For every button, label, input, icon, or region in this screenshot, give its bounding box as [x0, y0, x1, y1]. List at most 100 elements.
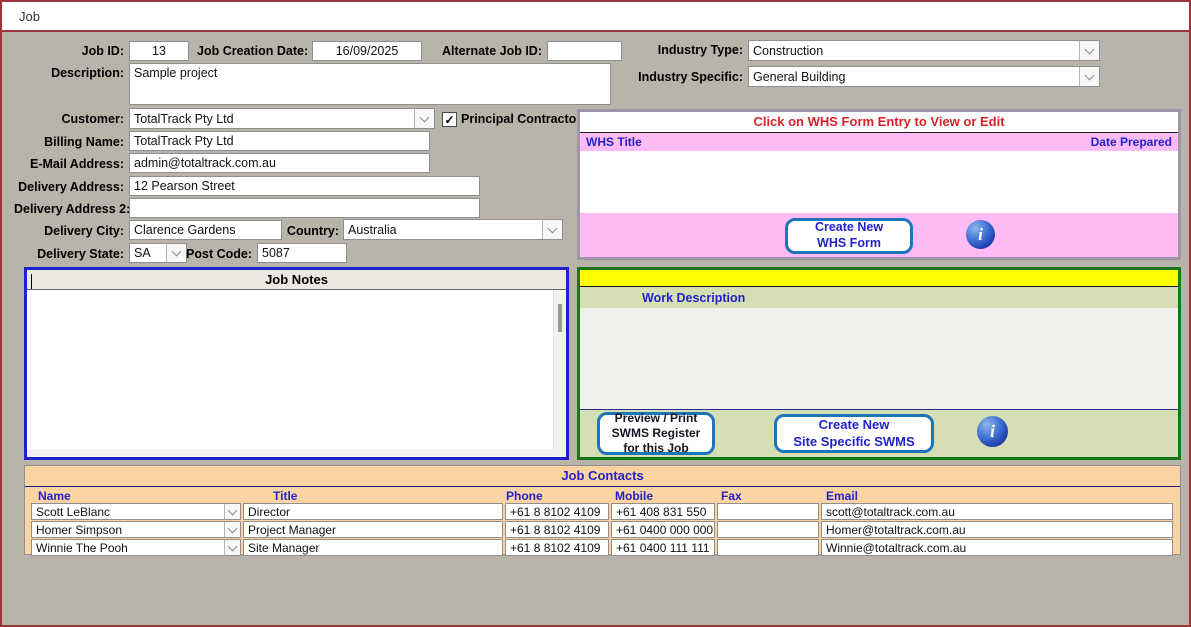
whs-list-header: WHS Title Date Prepared: [580, 133, 1178, 151]
preview-print-swms-register-button[interactable]: Preview / Print SWMS Register for this J…: [597, 412, 715, 455]
email-address-label: E-Mail Address:: [14, 157, 124, 171]
job-notes-footer-strip: [27, 449, 559, 457]
contact-fax-field[interactable]: [717, 521, 819, 538]
contact-phone-field[interactable]: +61 8 8102 4109: [505, 503, 609, 520]
contact-name-dropdown[interactable]: Scott LeBlanc: [31, 503, 241, 520]
contact-phone-field[interactable]: +61 8 8102 4109: [505, 521, 609, 538]
delivery-state-dropdown[interactable]: SA: [129, 243, 187, 263]
whs-instruction: Click on WHS Form Entry to View or Edit: [580, 112, 1178, 133]
country-dropdown[interactable]: Australia: [343, 219, 563, 240]
delivery-state-label: Delivery State:: [14, 247, 124, 261]
industry-type-value: Construction: [749, 41, 1079, 60]
title-bar: Job: [2, 2, 1189, 30]
country-label: Country:: [269, 224, 339, 238]
job-window: Job Job ID: Job Creation Date: Alternate…: [0, 0, 1191, 627]
date-prepared-column-header: Date Prepared: [1091, 135, 1172, 149]
whs-title-column-header: WHS Title: [586, 135, 642, 149]
delivery-address-label: Delivery Address:: [14, 180, 124, 194]
contact-fax-field[interactable]: [717, 539, 819, 556]
chevron-down-icon[interactable]: [224, 540, 240, 555]
industry-type-dropdown[interactable]: Construction: [748, 40, 1100, 61]
contact-title-field[interactable]: Site Manager: [243, 539, 503, 556]
billing-name-field[interactable]: [129, 131, 430, 151]
swms-list-header: Work Description: [580, 287, 1178, 308]
swms-list[interactable]: [580, 308, 1178, 410]
contact-email-field[interactable]: Winnie@totaltrack.com.au: [821, 539, 1173, 556]
text-caret: [31, 274, 32, 289]
chevron-down-icon[interactable]: [1079, 67, 1099, 86]
whs-info-icon[interactable]: i: [966, 220, 995, 249]
contacts-fax-header: Fax: [721, 489, 742, 503]
whs-footer: Create New WHS Form i: [580, 213, 1178, 257]
chevron-down-icon[interactable]: [414, 109, 434, 128]
scrollbar-thumb[interactable]: [558, 304, 562, 332]
billing-name-label: Billing Name:: [14, 135, 124, 149]
swms-panel: Work Description Preview / Print SWMS Re…: [577, 267, 1181, 460]
chevron-down-icon[interactable]: [224, 522, 240, 537]
contact-fax-field[interactable]: [717, 503, 819, 520]
contacts-phone-header: Phone: [506, 489, 543, 503]
industry-specific-value: General Building: [749, 67, 1079, 86]
contact-name-value: Homer Simpson: [36, 523, 122, 537]
description-label: Description:: [14, 66, 124, 80]
contact-mobile-field[interactable]: +61 408 831 550: [611, 503, 715, 520]
job-contacts-divider: [25, 486, 1180, 487]
delivery-city-label: Delivery City:: [14, 224, 124, 238]
delivery-state-value: SA: [130, 244, 166, 262]
contacts-email-header: Email: [826, 489, 858, 503]
footer-bar: Delete This Job Done Preview / Print Job…: [2, 558, 1189, 627]
description-field[interactable]: Sample project: [129, 63, 611, 105]
job-creation-date-field[interactable]: [312, 41, 422, 61]
swms-footer: Preview / Print SWMS Register for this J…: [580, 410, 1178, 457]
job-creation-date-label: Job Creation Date:: [197, 44, 307, 58]
customer-label: Customer:: [14, 112, 124, 126]
alternate-job-id-label: Alternate Job ID:: [432, 44, 542, 58]
window-title: Job: [19, 9, 40, 24]
contact-title-field[interactable]: Project Manager: [243, 521, 503, 538]
email-address-field[interactable]: [129, 153, 430, 173]
customer-dropdown[interactable]: TotalTrack Pty Ltd: [129, 108, 435, 129]
chevron-down-icon[interactable]: [1079, 41, 1099, 60]
job-notes-scrollbar[interactable]: [553, 290, 566, 457]
contact-name-value: Winnie The Pooh: [36, 541, 128, 555]
contact-mobile-field[interactable]: +61 0400 000 000: [611, 521, 715, 538]
job-id-field[interactable]: [129, 41, 189, 61]
job-id-label: Job ID:: [14, 44, 124, 58]
whs-form-list[interactable]: [580, 151, 1178, 213]
contact-name-dropdown[interactable]: Winnie The Pooh: [31, 539, 241, 556]
customer-value: TotalTrack Pty Ltd: [130, 109, 414, 128]
contacts-mobile-header: Mobile: [615, 489, 653, 503]
contacts-title-header: Title: [273, 489, 297, 503]
whs-panel: Click on WHS Form Entry to View or Edit …: [577, 109, 1181, 260]
job-notes-panel: Job Notes: [24, 267, 569, 460]
country-value: Australia: [344, 220, 542, 239]
delivery-city-field[interactable]: [129, 220, 282, 240]
industry-specific-dropdown[interactable]: General Building: [748, 66, 1100, 87]
principal-contractor-checkbox[interactable]: ✓: [442, 112, 457, 127]
delivery-address-field[interactable]: [129, 176, 480, 196]
contact-title-field[interactable]: Director: [243, 503, 503, 520]
contact-phone-field[interactable]: +61 8 8102 4109: [505, 539, 609, 556]
contact-name-dropdown[interactable]: Homer Simpson: [31, 521, 241, 538]
industry-type-label: Industry Type:: [603, 43, 743, 57]
contact-mobile-field[interactable]: +61 0400 111 111: [611, 539, 715, 556]
job-contacts-title: Job Contacts: [25, 468, 1180, 483]
job-contacts-panel: Job Contacts Name Title Phone Mobile Fax…: [24, 465, 1181, 555]
contact-email-field[interactable]: Homer@totaltrack.com.au: [821, 521, 1173, 538]
contact-email-field[interactable]: scott@totaltrack.com.au: [821, 503, 1173, 520]
job-notes-field[interactable]: [27, 290, 566, 449]
delivery-address-2-label: Delivery Address 2:: [14, 202, 124, 216]
swms-highlight-bar: [580, 270, 1178, 287]
chevron-down-icon[interactable]: [542, 220, 562, 239]
industry-specific-label: Industry Specific:: [603, 70, 743, 84]
delivery-address-2-field[interactable]: [129, 198, 480, 218]
swms-info-icon[interactable]: i: [977, 416, 1008, 447]
chevron-down-icon[interactable]: [224, 504, 240, 519]
post-code-label: Post Code:: [182, 247, 252, 261]
contact-name-value: Scott LeBlanc: [36, 505, 110, 519]
contacts-name-header: Name: [38, 489, 71, 503]
create-new-site-specific-swms-button[interactable]: Create New Site Specific SWMS: [774, 414, 934, 453]
job-notes-title: Job Notes: [27, 270, 566, 290]
post-code-field[interactable]: [257, 243, 347, 263]
create-new-whs-form-button[interactable]: Create New WHS Form: [785, 218, 913, 254]
